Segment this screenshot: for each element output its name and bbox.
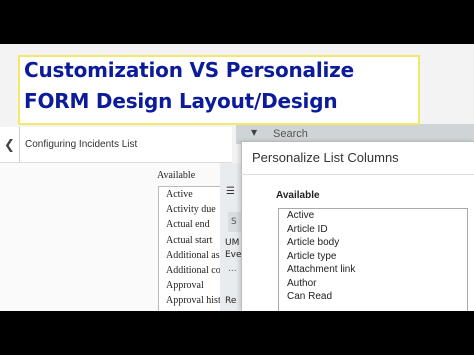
row-fragment: Eve xyxy=(225,250,242,260)
letterbox-bottom xyxy=(0,311,474,355)
list-item[interactable]: Author xyxy=(279,277,467,291)
available-label: Available xyxy=(276,190,320,201)
list-item[interactable]: Article type xyxy=(279,250,467,264)
letterbox-top xyxy=(0,0,474,44)
chevron-left-icon[interactable]: ❮ xyxy=(0,127,20,163)
page-title: Configuring Incidents List xyxy=(25,139,138,150)
list-header: ❮ Configuring Incidents List xyxy=(0,127,232,163)
divider xyxy=(241,174,474,175)
banner-title-line-1: Customization VS Personalize xyxy=(24,58,354,82)
row-fragment: Re xyxy=(225,296,237,306)
available-label: Available xyxy=(157,170,196,181)
row-fragment: ... xyxy=(228,264,237,274)
caret-down-icon[interactable]: ▼ xyxy=(251,128,257,137)
dialog-title: Personalize List Columns xyxy=(252,150,399,165)
hamburger-menu-icon[interactable]: ☰ xyxy=(226,186,235,197)
list-item[interactable]: Article ID xyxy=(279,223,467,237)
tab-fragment[interactable]: S xyxy=(228,212,242,232)
list-item[interactable]: Article body xyxy=(279,236,467,250)
available-columns-list[interactable]: Active Article ID Article body Article t… xyxy=(278,208,468,311)
row-fragment: UM xyxy=(225,238,240,248)
list-item[interactable]: Attachment link xyxy=(279,263,467,277)
search-input[interactable]: Search xyxy=(273,128,308,140)
list-item[interactable]: Can Read xyxy=(279,290,467,304)
video-thumbnail: ▼ Search ❮ Configuring Incidents List Av… xyxy=(0,0,474,355)
list-item[interactable]: Active xyxy=(279,209,467,223)
banner-title-line-2: FORM Design Layout/Design xyxy=(24,89,338,113)
